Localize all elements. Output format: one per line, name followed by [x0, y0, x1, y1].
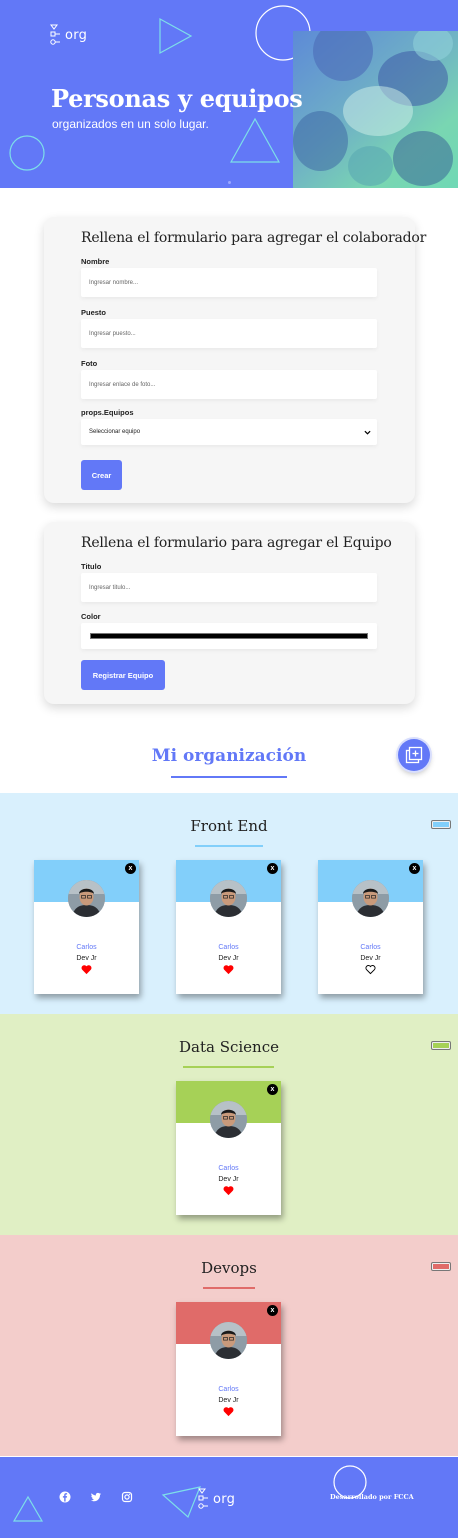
member-name: Carlos [218, 1386, 239, 1393]
titulo-input[interactable]: Ingresar titulo... [81, 573, 377, 602]
member-role: Dev Jr [76, 955, 97, 962]
member-card: x Carlos Dev Jr [34, 860, 139, 994]
member-name: Carlos [218, 1165, 239, 1172]
heart-outline-icon[interactable] [365, 964, 376, 975]
foto-input[interactable]: Ingresar enlace de foto... [81, 370, 377, 399]
team-color-picker[interactable] [431, 820, 451, 829]
equipo-select[interactable]: Seleccionar equipo [81, 419, 377, 445]
member-card: x Carlos Dev Jr [318, 860, 423, 994]
team-title-underline [195, 845, 263, 847]
nombre-label: Nombre [81, 257, 110, 266]
team-title-underline [203, 1287, 255, 1289]
team-title: Front End [190, 817, 268, 835]
colaborador-form-title: Rellena el formulario para agregar el co… [81, 230, 427, 246]
delete-member-icon[interactable]: x [267, 1305, 278, 1316]
puesto-input[interactable]: Ingresar puesto... [81, 319, 377, 348]
hero-subtitle: organizados en un solo lugar. [52, 117, 209, 131]
page-header: org Personas y equipos organizados en un… [0, 0, 458, 188]
instagram-icon[interactable] [121, 1491, 133, 1503]
footer-logo[interactable]: org [198, 1488, 235, 1510]
team-section-devops: Devops x Carlos Dev Jr [0, 1235, 458, 1456]
delete-member-icon[interactable]: x [267, 863, 278, 874]
member-role: Dev Jr [218, 1176, 239, 1183]
member-role: Dev Jr [218, 1397, 239, 1404]
heart-filled-icon[interactable] [223, 964, 234, 975]
chevron-down-icon [364, 430, 371, 435]
team-section-front-end: Front End x Carlos Dev Jr x Carlos Dev J… [0, 793, 458, 1014]
hero-team-photo [293, 31, 458, 188]
member-avatar [210, 880, 247, 917]
member-name: Carlos [76, 944, 97, 951]
page-footer: org Desarrollado por FCCA [0, 1457, 458, 1538]
team-color-picker[interactable] [431, 1041, 451, 1050]
delete-member-icon[interactable]: x [409, 863, 420, 874]
member-avatar [68, 880, 105, 917]
organization-title-underline [171, 776, 287, 778]
logo-text: org [213, 1491, 236, 1507]
member-card: x Carlos Dev Jr [176, 860, 281, 994]
color-label: Color [81, 612, 101, 621]
color-swatch [90, 633, 368, 639]
hero-title: Personas y equipos [51, 84, 303, 113]
heart-filled-icon[interactable] [223, 1185, 234, 1196]
member-avatar [210, 1322, 247, 1359]
team-color-picker[interactable] [431, 1262, 451, 1271]
member-card: x Carlos Dev Jr [176, 1302, 281, 1436]
header-logo[interactable]: org [50, 24, 87, 46]
heart-filled-icon[interactable] [223, 1406, 234, 1417]
member-name: Carlos [360, 944, 381, 951]
team-title: Data Science [179, 1038, 279, 1056]
add-square-icon [405, 746, 423, 764]
org-logo-icon [198, 1488, 208, 1509]
team-title-underline [183, 1066, 274, 1068]
registrar-equipo-button[interactable]: Registrar Equipo [81, 660, 165, 690]
delete-member-icon[interactable]: x [267, 1084, 278, 1095]
developer-credit: Desarrollado por FCCA [330, 1493, 414, 1501]
equipo-form: Rellena el formulario para agregar el Eq… [44, 522, 415, 704]
member-name: Carlos [218, 944, 239, 951]
twitter-icon[interactable] [90, 1491, 102, 1503]
team-title: Devops [201, 1259, 257, 1277]
team-section-data-science: Data Science x Carlos Dev Jr [0, 1014, 458, 1235]
puesto-label: Puesto [81, 308, 107, 317]
member-card: x Carlos Dev Jr [176, 1081, 281, 1215]
org-logo-icon [50, 24, 60, 45]
member-avatar [352, 880, 389, 917]
heart-filled-icon[interactable] [81, 964, 92, 975]
delete-member-icon[interactable]: x [125, 863, 136, 874]
titulo-label: Titulo [81, 562, 102, 571]
color-input[interactable] [81, 623, 377, 649]
colaborador-form: Rellena el formulario para agregar el co… [44, 217, 426, 503]
organization-title: Mi organización [151, 746, 307, 766]
equipo-select-value: Seleccionar equipo [89, 429, 141, 435]
logo-text: org [65, 27, 88, 43]
equipo-label: props.Equipos [81, 408, 134, 417]
member-role: Dev Jr [360, 955, 381, 962]
foto-label: Foto [81, 359, 98, 368]
hero-indicator-dot [228, 181, 231, 184]
nombre-input[interactable]: Ingresar nombre... [81, 268, 377, 297]
equipo-form-title: Rellena el formulario para agregar el Eq… [81, 535, 392, 551]
crear-button[interactable]: Crear [81, 460, 122, 490]
facebook-icon[interactable] [59, 1491, 71, 1503]
member-avatar [210, 1101, 247, 1138]
member-role: Dev Jr [218, 955, 239, 962]
toggle-form-button[interactable] [398, 739, 430, 771]
